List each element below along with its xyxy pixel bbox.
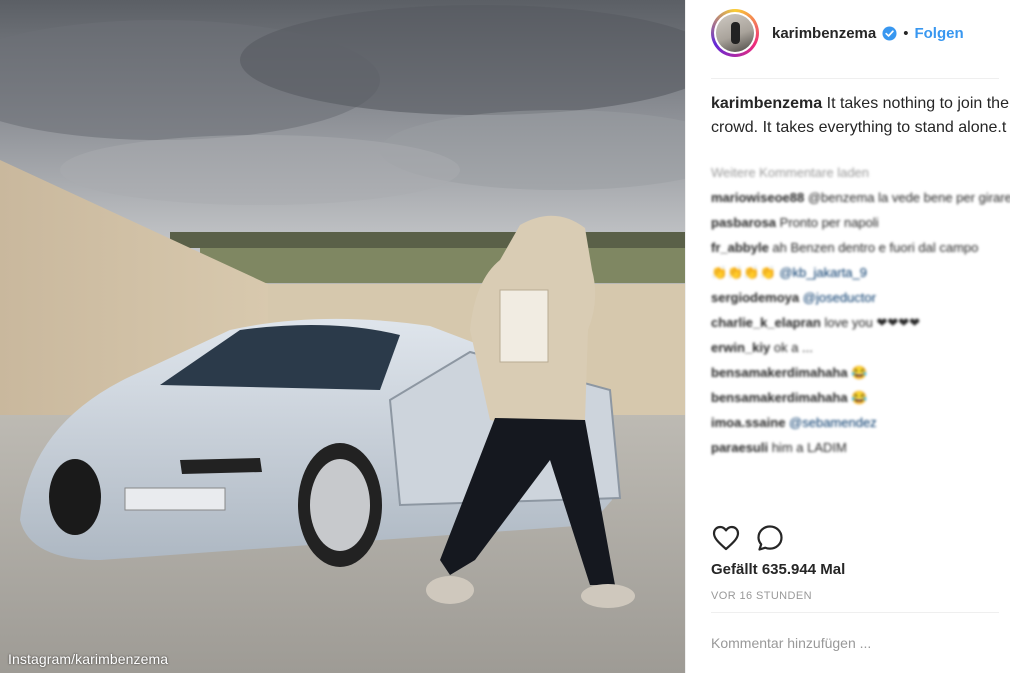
comment-item: bensamakerdimahaha 😂 xyxy=(711,385,1010,410)
heart-outline-icon xyxy=(712,525,740,551)
comment-username[interactable]: bensamakerdimahaha xyxy=(711,390,848,405)
comment-text: him a LADIM xyxy=(768,440,847,455)
comment-button[interactable] xyxy=(755,523,785,553)
comment-item: erwin_kiy ok a ... xyxy=(711,335,1010,360)
comment-text: ok a ... xyxy=(770,340,813,355)
comment-username[interactable]: erwin_kiy xyxy=(711,340,770,355)
comment-username[interactable]: sergiodemoya xyxy=(711,290,799,305)
comment-username[interactable]: mariowiseoe88 xyxy=(711,190,804,205)
follow-button[interactable]: Folgen xyxy=(914,25,963,42)
post-actions xyxy=(711,523,799,553)
verified-badge-icon xyxy=(882,25,897,41)
comment-text: @benzema la vede bene per girare a Napol… xyxy=(807,190,1010,205)
post-timestamp[interactable]: VOR 16 STUNDEN xyxy=(711,590,812,602)
separator-dot: • xyxy=(903,24,909,42)
comment-text: 👏👏👏👏 @kb_jakarta_9 xyxy=(711,265,867,280)
comment-text: Pronto per napoli xyxy=(776,215,879,230)
header-divider xyxy=(711,78,999,79)
comment-text: @joseductor xyxy=(799,290,876,305)
comment-item: mariowiseoe88 @benzema la vede bene per … xyxy=(711,185,1010,210)
post-caption: karimbenzema It takes nothing to join th… xyxy=(711,92,1010,139)
instagram-post-embed: Instagram/karimbenzema karimbenzema • Fo… xyxy=(0,0,1010,673)
photo-watermark: Instagram/karimbenzema xyxy=(8,651,169,667)
post-sidebar: karimbenzema • Folgen karimbenzema It ta… xyxy=(685,0,1010,673)
avatar[interactable] xyxy=(711,9,759,57)
comment-username[interactable]: paraesuli xyxy=(711,440,768,455)
avatar-image xyxy=(716,14,754,52)
comment-username[interactable]: pasbarosa xyxy=(711,215,776,230)
comment-item: imoa.ssaine @sebamendez xyxy=(711,410,1010,435)
comment-text: 😂 xyxy=(847,390,868,405)
comment-item: fr_abbyle ah Benzen dentro e fuori dal c… xyxy=(711,235,1010,260)
comment-username[interactable]: charlie_k_elapran xyxy=(711,315,821,330)
comment-text: 😂 xyxy=(847,365,868,380)
comment-item: 👏👏👏👏 @kb_jakarta_9 xyxy=(711,260,1010,285)
comment-item: bensamakerdimahaha 😂 xyxy=(711,360,1010,385)
like-button[interactable] xyxy=(711,523,741,553)
speech-bubble-icon xyxy=(757,525,783,551)
caption-username[interactable]: karimbenzema xyxy=(711,95,822,112)
comment-divider xyxy=(711,612,999,613)
comments-list: Weitere Kommentare laden mariowiseoe88 @… xyxy=(711,160,1010,460)
comment-text: love you ❤❤❤❤ xyxy=(820,315,921,330)
comment-item: paraesuli him a LADIM xyxy=(711,435,1010,460)
comment-username[interactable]: bensamakerdimahaha xyxy=(711,365,848,380)
comment-text: ah Benzen dentro e fuori dal campo xyxy=(768,240,979,255)
comment-text: @sebamendez xyxy=(785,415,877,430)
comment-item: sergiodemoya @joseductor xyxy=(711,285,1010,310)
post-photo[interactable]: Instagram/karimbenzema xyxy=(0,0,685,673)
photo-illustration xyxy=(0,0,685,673)
add-comment-input[interactable] xyxy=(711,630,996,656)
comment-username[interactable]: fr_abbyle xyxy=(711,240,769,255)
likes-count[interactable]: Gefällt 635.944 Mal xyxy=(711,561,845,578)
comment-item: charlie_k_elapran love you ❤❤❤❤ xyxy=(711,310,1010,335)
post-header: karimbenzema • Folgen xyxy=(711,8,1001,58)
username-link[interactable]: karimbenzema xyxy=(772,25,876,42)
comment-item: pasbarosa Pronto per napoli xyxy=(711,210,1010,235)
load-more-comments-link[interactable]: Weitere Kommentare laden xyxy=(711,160,1010,185)
comment-username[interactable]: imoa.ssaine xyxy=(711,415,785,430)
